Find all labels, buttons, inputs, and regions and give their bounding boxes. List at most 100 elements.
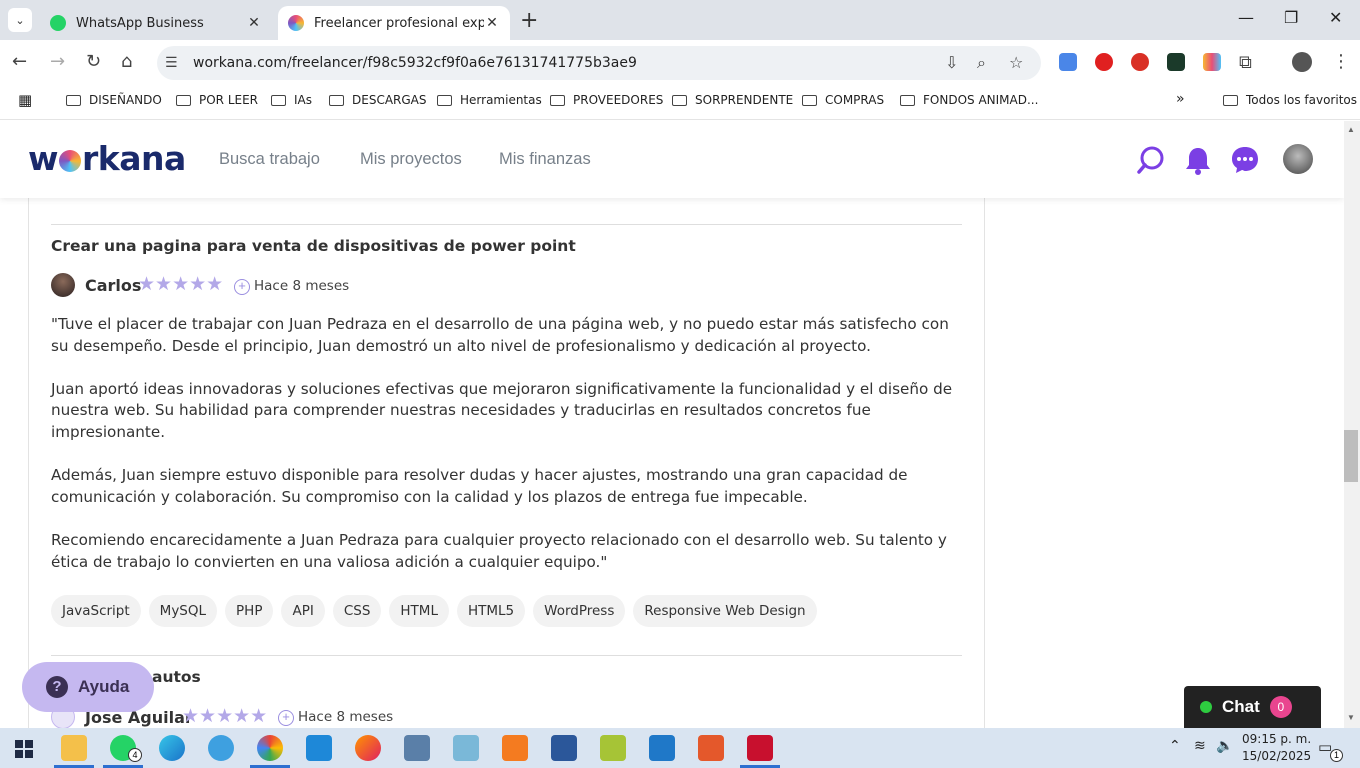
tab-search-button[interactable]: ⌄	[8, 8, 32, 32]
bookmark-star-icon[interactable]: ☆	[1009, 53, 1023, 72]
skill-chip[interactable]: HTML	[389, 595, 449, 627]
reload-button[interactable]: ↻	[86, 51, 101, 72]
bookmark-folder[interactable]: FONDOS ANIMAD...	[900, 93, 1038, 107]
bookmark-folder[interactable]: SORPRENDENTE	[672, 93, 793, 107]
page-scrollbar[interactable]: ▲ ▼	[1344, 121, 1360, 728]
system-clock[interactable]: 09:15 p. m. 15/02/2025	[1242, 731, 1311, 765]
show-hidden-icons-icon[interactable]: ⌃	[1169, 738, 1181, 754]
new-tab-button[interactable]: +	[520, 8, 538, 33]
review-divider	[51, 224, 962, 225]
tab-strip: ⌄ WhatsApp Business ✕ Freelancer profesi…	[0, 0, 1360, 40]
app-icon[interactable]	[208, 735, 234, 761]
bookmark-folder[interactable]: Herramientas	[437, 93, 542, 107]
chat-count-badge: 0	[1269, 696, 1292, 718]
review-date: Hace 8 meses	[254, 278, 350, 294]
folder-icon	[437, 94, 452, 106]
scroll-up-icon[interactable]: ▲	[1347, 125, 1355, 134]
bookmark-folder[interactable]: DISEÑANDO	[66, 93, 162, 107]
firefox-icon[interactable]	[355, 735, 381, 761]
scrollbar-thumb[interactable]	[1344, 430, 1358, 482]
review-paragraph: Juan aportó ideas innovadoras y solucion…	[51, 379, 953, 441]
site-info-icon[interactable]: ☰	[165, 54, 178, 71]
tab-title: WhatsApp Business	[76, 15, 204, 31]
volume-icon[interactable]: 🔈	[1216, 738, 1233, 754]
bookmark-folder[interactable]: COMPRAS	[802, 93, 884, 107]
fireworks-icon[interactable]	[600, 735, 626, 761]
messages-icon[interactable]	[1230, 145, 1260, 175]
forward-button[interactable]: →	[50, 51, 65, 72]
close-window-button[interactable]: ✕	[1329, 8, 1342, 27]
plus-circle-icon[interactable]: +	[234, 279, 250, 295]
reviewer-avatar	[51, 273, 75, 297]
apps-grid-icon[interactable]: ▦	[18, 91, 32, 109]
chat-button[interactable]: Chat 0	[1184, 686, 1321, 728]
nav-mis-proyectos[interactable]: Mis proyectos	[360, 150, 462, 169]
profile-avatar[interactable]	[1292, 52, 1312, 72]
bookmark-label: FONDOS ANIMAD...	[923, 93, 1039, 107]
google-translate-icon[interactable]	[1059, 53, 1077, 71]
bookmark-folder[interactable]: IAs	[271, 93, 312, 107]
back-button[interactable]: ←	[12, 51, 27, 72]
maximize-button[interactable]: ❐	[1284, 8, 1298, 27]
calculator-icon[interactable]	[404, 735, 430, 761]
browser-menu-icon[interactable]: ⋮	[1332, 51, 1350, 72]
skill-chip[interactable]: CSS	[332, 595, 382, 627]
skill-chip[interactable]: API	[281, 595, 325, 627]
close-tab-icon[interactable]: ✕	[484, 15, 500, 31]
app-icon[interactable]	[453, 735, 479, 761]
skill-chip[interactable]: HTML5	[456, 595, 526, 627]
nav-busca-trabajo[interactable]: Busca trabajo	[219, 150, 320, 169]
review-project-title[interactable]: Crear una pagina para venta de dispositi…	[51, 237, 576, 255]
close-tab-icon[interactable]: ✕	[246, 15, 262, 31]
whatsapp-badge: 4	[128, 748, 142, 762]
edge-icon[interactable]	[159, 735, 185, 761]
windows-start-icon[interactable]	[15, 740, 33, 758]
bookmarks-overflow-button[interactable]: »	[1176, 91, 1185, 107]
skill-chip[interactable]: JavaScript	[51, 595, 141, 627]
vscode-icon[interactable]	[306, 735, 332, 761]
workana-logo[interactable]: w rkana	[28, 139, 186, 178]
user-avatar[interactable]	[1283, 144, 1313, 174]
bookmark-folder[interactable]: PROVEEDORES	[550, 93, 663, 107]
address-bar[interactable]: ☰ workana.com/freelancer/f98c5932cf9f0a6…	[157, 46, 1041, 80]
extensions-puzzle-icon[interactable]: ⧉	[1239, 52, 1252, 73]
sublime-text-icon[interactable]	[698, 735, 724, 761]
file-explorer-icon[interactable]	[61, 735, 87, 761]
review-project-title[interactable]: autos	[152, 668, 201, 686]
review-text: "Tuve el placer de trabajar con Juan Ped…	[51, 314, 962, 595]
opera-icon[interactable]	[1095, 53, 1113, 71]
chrome-icon[interactable]	[257, 735, 283, 761]
zoom-icon[interactable]: ⌕	[977, 53, 986, 73]
skill-chip[interactable]: WordPress	[533, 595, 626, 627]
bookmark-label: Todos los favoritos	[1246, 93, 1357, 107]
scroll-down-icon[interactable]: ▼	[1347, 713, 1355, 722]
plus-circle-icon[interactable]: +	[278, 710, 294, 726]
url-text[interactable]: workana.com/freelancer/f98c5932cf9f0a6e7…	[193, 55, 637, 71]
help-button[interactable]: ? Ayuda	[22, 662, 154, 712]
install-app-icon[interactable]: ⇩	[945, 53, 958, 72]
whatsapp-icon	[50, 15, 66, 31]
bookmark-folder[interactable]: POR LEER	[176, 93, 258, 107]
skill-chip[interactable]: MySQL	[148, 595, 218, 627]
word-icon[interactable]	[551, 735, 577, 761]
minimize-button[interactable]: —	[1238, 8, 1254, 27]
bookmark-folder[interactable]: DESCARGAS	[329, 93, 427, 107]
tab-whatsapp[interactable]: WhatsApp Business ✕	[40, 6, 272, 40]
extension-color-icon[interactable]	[1203, 53, 1221, 71]
extension-eq-icon[interactable]	[1167, 53, 1185, 71]
skill-chip[interactable]: Responsive Web Design	[633, 595, 817, 627]
review-paragraph: Recomiendo encarecidamente a Juan Pedraz…	[51, 530, 947, 571]
extension-badge-icon[interactable]	[1131, 53, 1149, 71]
network-icon[interactable]: ≋	[1194, 738, 1206, 754]
filezilla-icon[interactable]	[747, 735, 773, 761]
bell-icon[interactable]	[1184, 145, 1212, 175]
all-bookmarks-folder[interactable]: Todos los favoritos	[1223, 93, 1357, 107]
tab-workana[interactable]: Freelancer profesional experto e ✕	[278, 6, 510, 40]
skill-chip[interactable]: PHP	[225, 595, 274, 627]
nav-mis-finanzas[interactable]: Mis finanzas	[499, 150, 591, 169]
help-question-icon: ?	[46, 676, 68, 698]
home-button[interactable]: ⌂	[121, 51, 132, 72]
search-icon[interactable]	[1136, 145, 1166, 175]
sublime-icon[interactable]	[649, 735, 675, 761]
xampp-icon[interactable]	[502, 735, 528, 761]
